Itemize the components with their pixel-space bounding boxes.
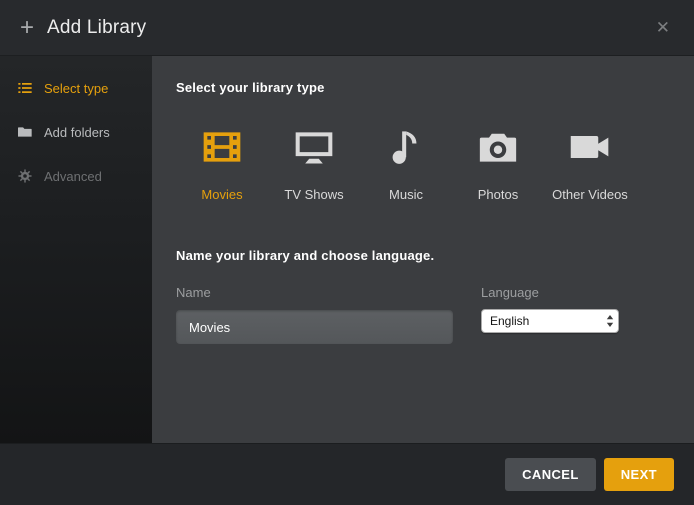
type-section-title: Select your library type [176,80,670,95]
library-type-label: Movies [176,187,268,202]
dialog-header: + Add Library ✕ [0,0,694,56]
tv-icon [291,156,337,173]
add-library-dialog: + Add Library ✕ Select type [0,0,694,505]
name-field-label: Name [176,285,453,300]
language-select-wrap: English [481,309,619,333]
library-type-label: TV Shows [268,187,360,202]
film-icon [199,156,245,173]
library-type-list: Movies TV Shows [176,125,670,202]
library-type-photos[interactable]: Photos [452,125,544,202]
folder-icon [17,124,33,140]
library-type-label: Other Videos [544,187,636,202]
library-type-movies[interactable]: Movies [176,125,268,202]
dialog-title: Add Library [47,17,146,39]
list-icon [17,80,33,96]
gear-icon [17,168,33,184]
video-camera-icon [567,156,613,173]
sidebar-item-advanced[interactable]: Advanced [0,154,152,198]
sidebar-item-label: Select type [44,81,108,96]
main-content: Select your library type Movies [152,56,694,443]
dialog-footer: CANCEL NEXT [0,443,694,505]
music-note-icon [383,156,429,173]
name-section-title: Name your library and choose language. [176,248,670,263]
close-icon[interactable]: ✕ [652,15,674,40]
library-type-other-videos[interactable]: Other Videos [544,125,636,202]
language-select[interactable]: English [481,309,619,333]
library-type-label: Photos [452,187,544,202]
cancel-button[interactable]: CANCEL [505,458,596,491]
next-button[interactable]: NEXT [604,458,674,491]
library-type-music[interactable]: Music [360,125,452,202]
plus-icon: + [20,16,34,40]
name-field-group: Name [176,285,453,344]
sidebar-item-select-type[interactable]: Select type [0,66,152,110]
library-type-label: Music [360,187,452,202]
dialog-body: Select type Add folders [0,56,694,443]
sidebar-item-label: Add folders [44,125,110,140]
language-field-label: Language [481,285,619,300]
fields-row: Name Language English [176,285,670,344]
sidebar-item-add-folders[interactable]: Add folders [0,110,152,154]
language-field-group: Language English [481,285,619,344]
sidebar: Select type Add folders [0,56,152,443]
library-name-input[interactable] [176,310,453,344]
library-type-tv-shows[interactable]: TV Shows [268,125,360,202]
camera-icon [475,156,521,173]
sidebar-item-label: Advanced [44,169,102,184]
